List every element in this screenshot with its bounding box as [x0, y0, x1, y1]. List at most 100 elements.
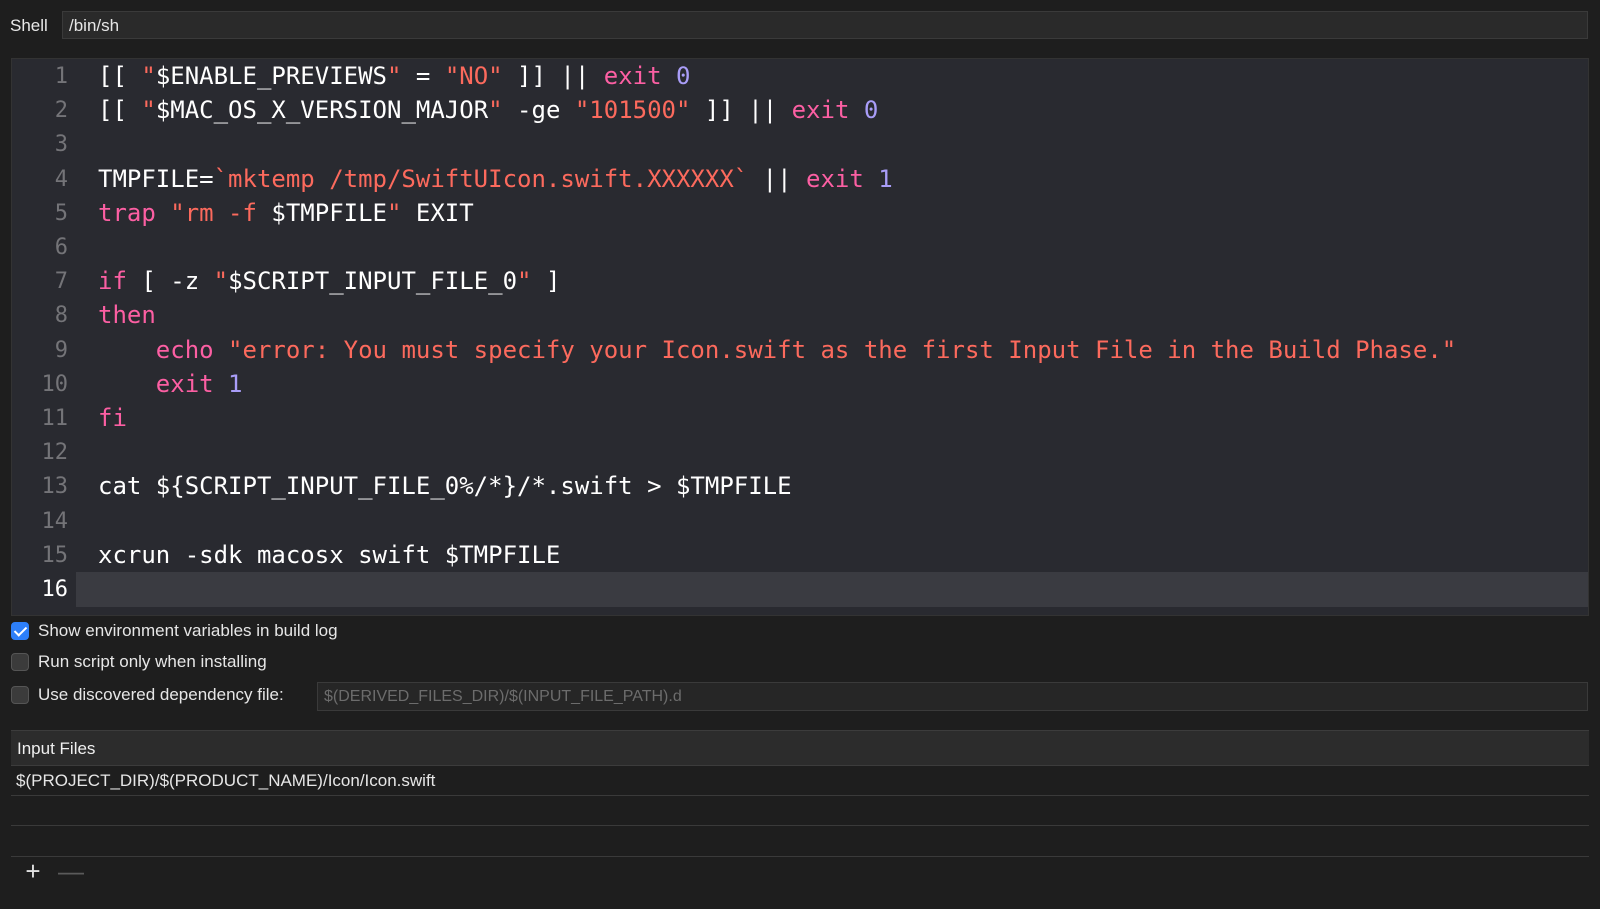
line-number: 15 [41, 542, 69, 568]
code-token: ] [531, 267, 561, 296]
code-token: [ -z [126, 267, 214, 296]
code-token: cat ${SCRIPT_INPUT_FILE_0%/*}/*.swift > … [98, 472, 792, 501]
code-line[interactable]: 2 [[ "$MAC_OS_X_VERSION_MAJOR" -ge "10150… [12, 93, 1588, 128]
line-number: 1 [54, 64, 68, 89]
code-token: exit [791, 96, 850, 125]
code-token: `mktemp /tmp/SwiftUIcon.swift.XXXXXX` [213, 164, 749, 193]
dep-file-label: Use discovered dependency file: [38, 685, 284, 704]
code-token: $ENABLE_PREVIEWS [155, 62, 387, 90]
shell-label: Shell [10, 16, 48, 35]
shell-row: Shell /bin/sh [0, 0, 1600, 50]
input-files-title: Input Files [17, 739, 96, 758]
code-line[interactable]: 15 xcrun -sdk macosx swift $TMPFILE [12, 538, 1588, 573]
line-number: 3 [54, 132, 68, 158]
code-text[interactable]: trap "rm -f $TMPFILE" EXIT [98, 196, 474, 231]
show-env-checkbox[interactable] [11, 622, 29, 640]
dep-file-checkbox[interactable] [11, 686, 29, 704]
code-token: "NO" [444, 62, 503, 90]
code-line[interactable]: 11 fi [12, 401, 1588, 436]
line-number: 5 [54, 200, 68, 226]
code-line[interactable]: 1 [[ "$ENABLE_PREVIEWS" = "NO" ]] || exit… [12, 59, 1588, 94]
input-file-path[interactable]: $(PROJECT_DIR)/$(PRODUCT_NAME)/Icon/Icon… [16, 771, 435, 791]
line-number: 4 [54, 166, 68, 192]
code-text[interactable]: if [ -z "$SCRIPT_INPUT_FILE_0" ] [98, 264, 560, 299]
code-token: "error: You must specify your Icon.swift… [228, 335, 1457, 364]
code-token: exit [155, 369, 214, 398]
code-token: [[ [98, 96, 142, 125]
code-token: [[ [98, 62, 142, 90]
code-token: exit [603, 62, 662, 90]
line-number: 6 [54, 235, 68, 260]
code-token: fi [98, 404, 127, 432]
code-line[interactable]: 6 [12, 230, 1588, 265]
code-token: 1 [228, 369, 243, 398]
code-line[interactable]: 16 [12, 572, 1588, 607]
code-line[interactable]: 3 [12, 127, 1588, 162]
code-token: then [98, 301, 156, 330]
code-line[interactable]: 8 then [12, 298, 1588, 333]
code-text[interactable]: [[ "$ENABLE_PREVIEWS" = "NO" ]] || exit … [98, 59, 690, 94]
code-token: EXIT [401, 198, 474, 227]
code-token: exit [806, 164, 864, 193]
code-token: = [401, 62, 445, 90]
code-token: " [213, 267, 229, 296]
code-token: TMPFILE= [98, 164, 214, 193]
code-text[interactable]: echo "error: You must specify your Icon.… [98, 333, 1456, 368]
code-line[interactable]: 7 if [ -z "$SCRIPT_INPUT_FILE_0" ] [12, 264, 1588, 299]
line-number: 11 [41, 406, 69, 431]
code-line[interactable]: 12 [12, 435, 1588, 470]
code-text[interactable]: fi [98, 401, 127, 436]
code-text[interactable]: then [98, 298, 156, 333]
code-line[interactable]: 14 [12, 504, 1588, 539]
code-token: echo [155, 335, 214, 364]
input-file-row[interactable]: $(PROJECT_DIR)/$(PRODUCT_NAME)/Icon/Icon… [11, 766, 1589, 796]
code-token: xcrun -sdk macosx swift $TMPFILE [98, 540, 561, 569]
add-button[interactable]: + [22, 858, 44, 884]
code-token: if [98, 267, 127, 296]
line-number: 10 [41, 371, 69, 397]
run-only-installing-checkbox[interactable] [11, 653, 29, 671]
code-line[interactable]: 13 cat ${SCRIPT_INPUT_FILE_0%/*}/*.swift … [12, 469, 1588, 504]
code-token: $SCRIPT_INPUT_FILE_0 [228, 267, 518, 296]
line-number: 8 [54, 303, 68, 329]
remove-button[interactable]: — [58, 858, 84, 884]
show-env-label: Show environment variables in build log [38, 621, 338, 640]
code-text[interactable]: TMPFILE=`mktemp /tmp/SwiftUIcon.swift.XX… [98, 162, 893, 197]
code-token: "rm -f [170, 198, 272, 227]
code-token: 0 [676, 62, 691, 90]
code-token: || [748, 164, 807, 193]
input-file-row[interactable] [11, 796, 1589, 826]
line-number: 7 [54, 269, 68, 295]
code-token: $TMPFILE [271, 198, 387, 227]
code-token: ]] || [690, 96, 792, 125]
code-line[interactable]: 5 trap "rm -f $TMPFILE" EXIT [12, 196, 1588, 231]
code-token: " [387, 62, 402, 90]
code-token: 0 [863, 96, 879, 125]
code-text[interactable]: [[ "$MAC_OS_X_VERSION_MAJOR" -ge "101500… [98, 93, 878, 128]
current-line-highlight [76, 572, 1588, 607]
code-token: " [141, 62, 156, 90]
code-token: -ge [502, 96, 575, 125]
shell-input[interactable]: /bin/sh [62, 11, 1588, 39]
code-line[interactable]: 4 TMPFILE=`mktemp /tmp/SwiftUIcon.swift.X… [12, 162, 1588, 197]
code-token: " [488, 96, 503, 125]
script-editor[interactable]: 1[[ "$ENABLE_PREVIEWS" = "NO" ]] || exit… [11, 58, 1589, 616]
code-line[interactable]: 10 exit 1 [12, 367, 1588, 402]
line-number: 9 [54, 337, 68, 363]
dep-file-input[interactable]: $(DERIVED_FILES_DIR)/$(INPUT_FILE_PATH).… [317, 682, 1588, 711]
code-token: 1 [878, 164, 893, 193]
code-line[interactable]: 9 echo "error: You must specify your Ico… [12, 333, 1588, 368]
input-files-header: Input Files [11, 730, 1589, 766]
line-number: 16 [41, 577, 69, 602]
code-token: " [387, 198, 402, 227]
code-text[interactable]: xcrun -sdk macosx swift $TMPFILE [98, 538, 560, 573]
code-text[interactable]: cat ${SCRIPT_INPUT_FILE_0%/*}/*.swift > … [98, 469, 792, 504]
line-number: 14 [41, 508, 69, 534]
code-text[interactable]: exit 1 [98, 367, 243, 402]
